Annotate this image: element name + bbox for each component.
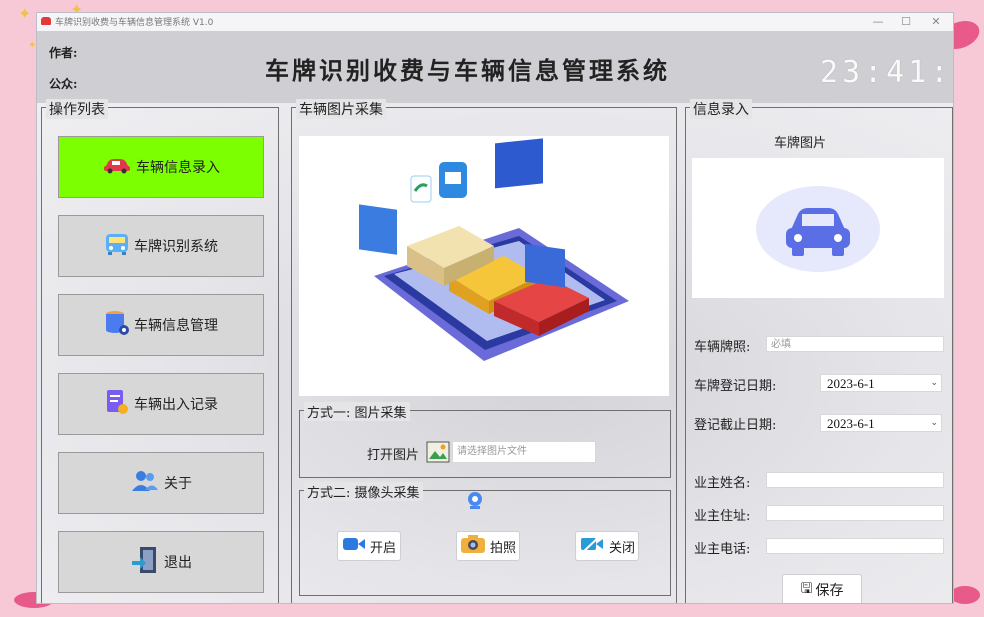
star-decoration: ✦ — [18, 4, 32, 23]
owner-address-label: 业主住址: — [694, 509, 751, 524]
sidebar-item-plate-recognition[interactable]: 车牌识别系统 — [58, 215, 264, 277]
method2-title: 方式二: 摄像头采集 — [304, 482, 423, 501]
record-icon — [104, 388, 130, 421]
video-icon — [342, 535, 366, 557]
author-label: 作者: — [49, 46, 78, 60]
sidebar-item-vehicle-entry[interactable]: 车辆信息录入 — [58, 136, 264, 198]
webcam-icon — [466, 491, 484, 515]
sidebar-item-exit[interactable]: 退出 — [58, 531, 264, 593]
maximize-button[interactable]: ☐ — [893, 14, 919, 30]
plate-image-label: 车牌图片 — [774, 136, 827, 151]
clock: 23:41:33 — [820, 55, 953, 90]
header: 作者: 公众: 车牌识别收费与车辆信息管理系统 23:41:33 — [37, 31, 953, 103]
camera-icon — [460, 534, 486, 558]
capture-photo-button[interactable]: 拍照 — [456, 531, 520, 561]
page-title: 车牌识别收费与车辆信息管理系统 — [265, 56, 670, 85]
sidebar-item-about[interactable]: 关于 — [58, 452, 264, 514]
image-file-input[interactable]: 请选择图片文件 — [452, 441, 596, 463]
bus-icon — [104, 232, 130, 261]
main-window: 车牌识别收费与车辆信息管理系统 V1.0 — ☐ ✕ 作者: 公众: 车牌识别收… — [36, 12, 954, 604]
sidebar-item-label: 退出 — [164, 555, 192, 571]
exit-icon — [130, 545, 160, 580]
chevron-down-icon: ⌄ — [930, 378, 938, 388]
reg-date-label: 车牌登记日期: — [694, 379, 777, 394]
owner-phone-label: 业主电话: — [694, 542, 751, 557]
close-button[interactable]: ✕ — [923, 14, 949, 30]
video-off-icon — [579, 534, 605, 558]
owner-name-label: 业主姓名: — [694, 476, 751, 491]
info-entry-panel: 信息录入 车牌图片 车辆牌照: 必填 车牌登记日期: 2023-6-1 ⌄ 登记… — [685, 99, 953, 603]
capture-photo-label: 拍照 — [489, 540, 516, 556]
window-title: 车牌识别收费与车辆信息管理系统 V1.0 — [55, 18, 214, 28]
method2-box: 方式二: 摄像头采集 开启 拍照 关闭 — [299, 482, 671, 596]
owner-phone-input[interactable] — [766, 538, 944, 554]
open-image-label: 打开图片 — [367, 448, 420, 463]
sidebar-item-vehicle-management[interactable]: 车辆信息管理 — [58, 294, 264, 356]
sidebar-item-label: 关于 — [164, 476, 192, 492]
plate-number-input[interactable]: 必填 — [766, 336, 944, 352]
save-button[interactable]: 🖫 保存 — [782, 574, 862, 603]
sidebar-item-label: 车辆信息录入 — [136, 160, 220, 176]
vehicle-image-preview — [299, 136, 669, 396]
sidebar-item-label: 车牌识别系统 — [134, 239, 218, 255]
chevron-down-icon: ⌄ — [930, 418, 938, 428]
expire-date-label: 登记截止日期: — [694, 418, 777, 433]
users-icon — [130, 469, 160, 498]
gzh-label: 公众: — [49, 77, 78, 91]
expire-date-value: 2023-6-1 — [827, 416, 875, 431]
sidebar-item-label: 车辆出入记录 — [134, 397, 218, 413]
reg-date-select[interactable]: 2023-6-1 ⌄ — [820, 374, 942, 392]
close-camera-label: 关闭 — [608, 540, 635, 556]
database-icon — [104, 309, 130, 342]
owner-name-input[interactable] — [766, 472, 944, 488]
open-camera-button[interactable]: 开启 — [337, 531, 401, 561]
minimize-button[interactable]: — — [865, 14, 891, 30]
method1-box: 方式一: 图片采集 打开图片 请选择图片文件 — [299, 402, 671, 478]
plate-number-label: 车辆牌照: — [694, 340, 751, 355]
save-icon: 🖫 — [800, 581, 813, 597]
heart-decoration — [950, 586, 980, 604]
car-icon — [102, 156, 132, 179]
sidebar-item-access-records[interactable]: 车辆出入记录 — [58, 373, 264, 435]
image-capture-panel: 车辆图片采集 方式一: 图片采集 打开图片 请选择图片文件 方式二: 摄像头采集… — [291, 99, 677, 603]
car-placeholder-icon — [756, 186, 880, 276]
sidebar-item-label: 车辆信息管理 — [134, 318, 218, 334]
operation-list: 操作列表 车辆信息录入 车牌识别系统 车辆信息管理 车辆出入记录 关于 退出 — [41, 99, 279, 603]
reg-date-value: 2023-6-1 — [827, 376, 875, 391]
open-camera-label: 开启 — [369, 540, 396, 556]
info-entry-title: 信息录入 — [690, 99, 752, 119]
image-icon[interactable] — [426, 441, 450, 467]
content-area: 操作列表 车辆信息录入 车牌识别系统 车辆信息管理 车辆出入记录 关于 退出 车… — [37, 99, 953, 603]
save-label: 保存 — [815, 583, 844, 599]
close-camera-button[interactable]: 关闭 — [575, 531, 639, 561]
plate-image-preview — [692, 158, 944, 298]
owner-address-input[interactable] — [766, 505, 944, 521]
method1-title: 方式一: 图片采集 — [304, 402, 410, 421]
operation-list-title: 操作列表 — [46, 99, 108, 119]
title-bar: 车牌识别收费与车辆信息管理系统 V1.0 — ☐ ✕ — [37, 13, 953, 31]
image-capture-title: 车辆图片采集 — [296, 99, 386, 119]
expire-date-select[interactable]: 2023-6-1 ⌄ — [820, 414, 942, 432]
car-icon — [41, 17, 51, 25]
